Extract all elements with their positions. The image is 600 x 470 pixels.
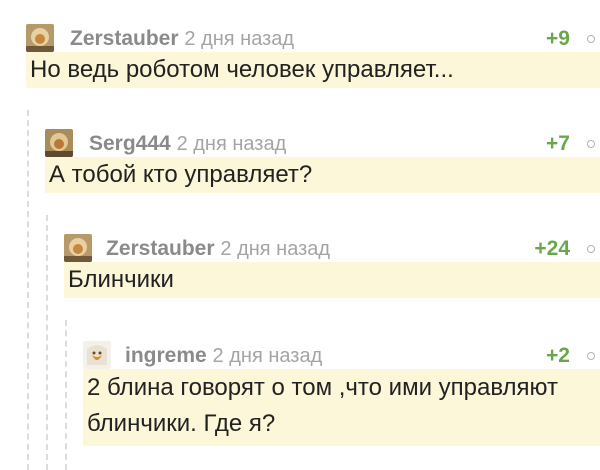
comment-menu-dot-icon[interactable] <box>587 245 595 253</box>
username-text[interactable]: ingreme <box>125 344 207 367</box>
comment: ingreme 2 дня назад +2 2 блина говорят о… <box>83 335 600 446</box>
comment-header: Zerstauber 2 дня назад +9 <box>26 18 600 52</box>
comment-thread: Zerstauber 2 дня назад +9 Но ведь робото… <box>0 0 600 470</box>
comment: Zerstauber 2 дня назад +24 Блинчики <box>64 228 600 298</box>
comment-username[interactable]: Serg444 2 дня назад <box>89 132 286 156</box>
user-avatar-icon[interactable] <box>83 341 111 369</box>
comment-rating: +24 <box>534 237 570 260</box>
user-avatar-icon[interactable] <box>64 234 92 262</box>
comment-text: 2 блина говорят о том ,что ими управляют… <box>83 369 600 446</box>
comment: Serg444 2 дня назад +7 А тобой кто управ… <box>45 123 600 193</box>
comment-timestamp[interactable]: 2 дня назад <box>177 133 287 155</box>
comment-timestamp[interactable]: 2 дня назад <box>220 238 330 260</box>
comment-header: ingreme 2 дня назад +2 <box>83 335 600 369</box>
comment-header: Serg444 2 дня назад +7 <box>45 123 600 157</box>
comment-text: А тобой кто управляет? <box>45 157 600 193</box>
comment-username[interactable]: Zerstauber 2 дня назад <box>106 237 330 261</box>
username-text[interactable]: Zerstauber <box>106 237 215 260</box>
comment-header: Zerstauber 2 дня назад +24 <box>64 228 600 262</box>
comment-menu-dot-icon[interactable] <box>587 352 595 360</box>
comment: Zerstauber 2 дня назад +9 Но ведь робото… <box>26 18 600 88</box>
comment-rating: +2 <box>546 344 570 367</box>
comment-text: Но ведь роботом человек управляет... <box>26 52 600 88</box>
user-avatar-icon[interactable] <box>45 129 73 157</box>
comment-username[interactable]: Zerstauber 2 дня назад <box>70 27 294 51</box>
comment-rating: +7 <box>546 132 570 155</box>
thread-line-level-1[interactable] <box>27 110 29 470</box>
comment-timestamp[interactable]: 2 дня назад <box>213 345 323 367</box>
comment-menu-dot-icon[interactable] <box>587 140 595 148</box>
comment-timestamp[interactable]: 2 дня назад <box>184 28 294 50</box>
username-text[interactable]: Zerstauber <box>70 27 179 50</box>
comment-username[interactable]: ingreme 2 дня назад <box>125 344 322 368</box>
thread-line-level-3[interactable] <box>65 320 67 470</box>
username-text[interactable]: Serg444 <box>89 132 171 155</box>
user-avatar-icon[interactable] <box>26 24 54 52</box>
comment-menu-dot-icon[interactable] <box>587 35 595 43</box>
comment-text: Блинчики <box>64 262 600 298</box>
comment-rating: +9 <box>546 27 570 50</box>
thread-line-level-2[interactable] <box>46 215 48 470</box>
